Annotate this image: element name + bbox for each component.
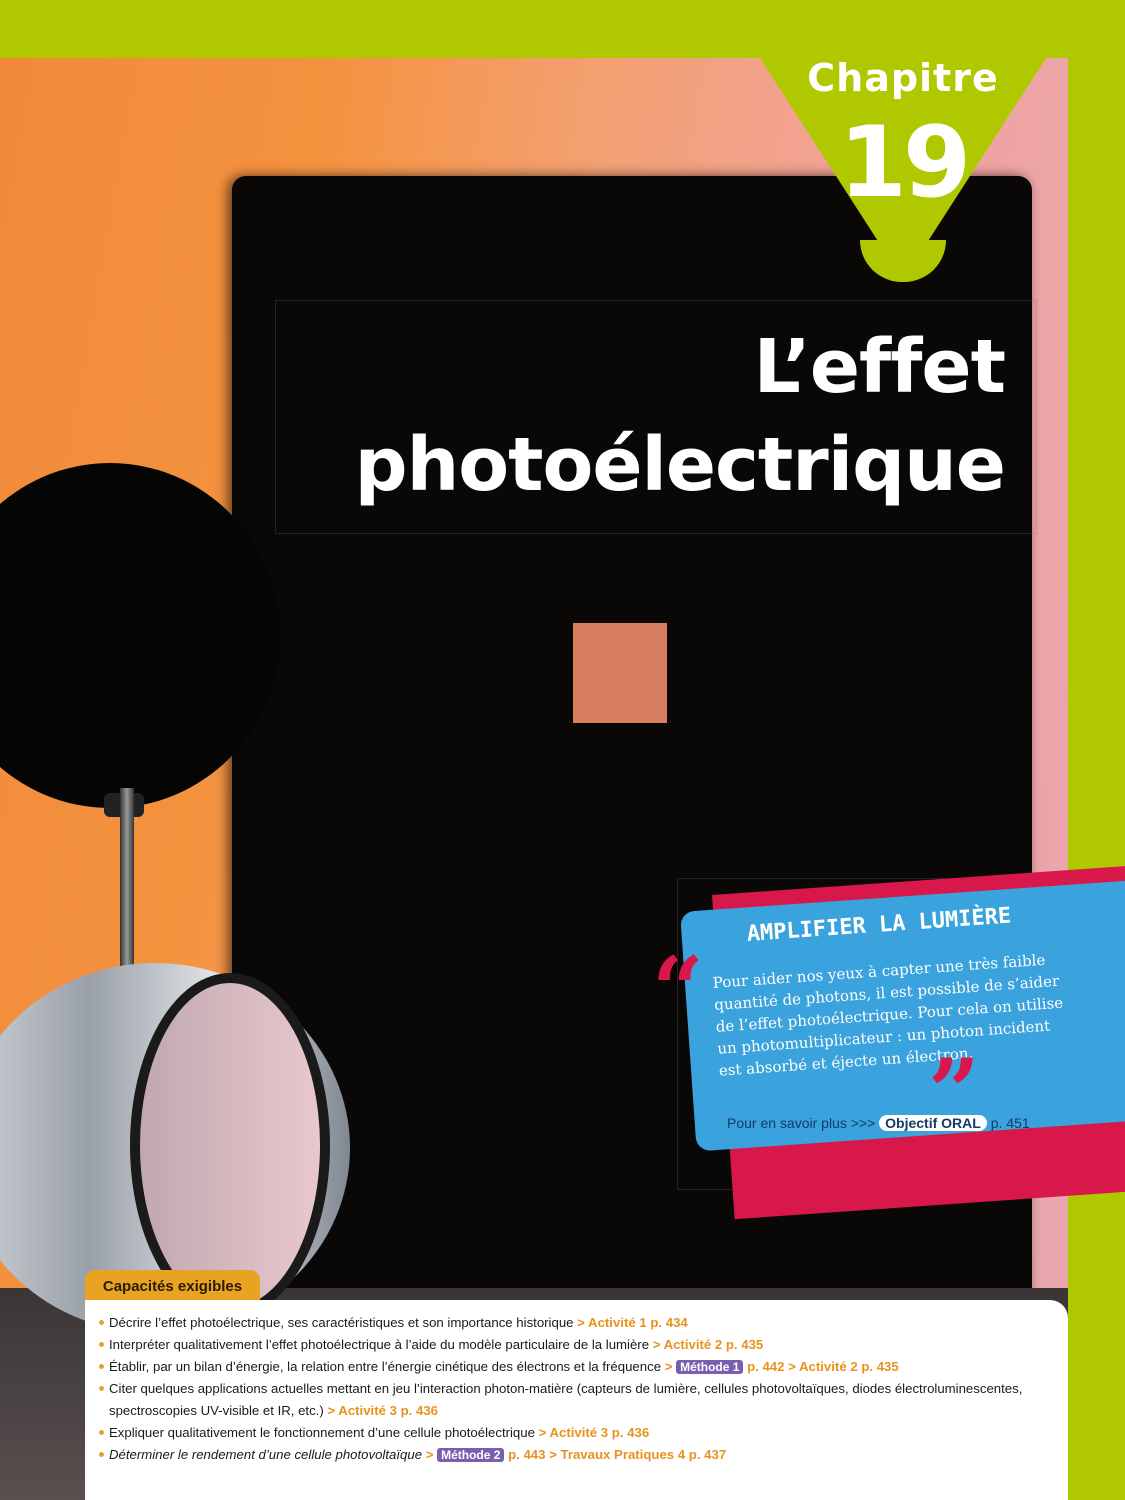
activity-link[interactable]: p. 443 > Travaux Pratiques 4 p. 437 (508, 1447, 726, 1462)
capacites-list: Décrire l’effet photoélectrique, ses car… (85, 1300, 1068, 1466)
support-rod-image (120, 788, 134, 968)
list-item: Déterminer le rendement d’une cellule ph… (99, 1444, 1052, 1466)
capacites-title: Capacités exigibles (85, 1270, 260, 1304)
item-text: Décrire l’effet photoélectrique, ses car… (109, 1315, 574, 1330)
item-text: Interpréter qualitativement l’effet phot… (109, 1337, 650, 1352)
more-prefix: Pour en savoir plus >>> (727, 1115, 876, 1131)
ref-separator: > (664, 1359, 673, 1374)
open-quote-icon: “ (652, 937, 704, 1043)
title-line-1: L’effet (753, 324, 1006, 410)
activity-link[interactable]: p. 442 > Activité 2 p. 435 (747, 1359, 899, 1374)
capacites-box: Décrire l’effet photoélectrique, ses car… (85, 1300, 1068, 1500)
item-text: Déterminer le rendement d’une cellule ph… (109, 1447, 423, 1462)
item-text: Établir, par un bilan d’énergie, la rela… (109, 1359, 662, 1374)
light-window-image (573, 623, 667, 723)
chapter-number: 19 (838, 106, 971, 220)
activity-link[interactable]: > Activité 3 p. 436 (327, 1403, 438, 1418)
chapter-title: L’effet photoélectrique (280, 318, 1006, 514)
activity-link[interactable]: > Activité 3 p. 436 (539, 1425, 650, 1440)
more-page: p. 451 (990, 1115, 1030, 1131)
chapter-label: Chapitre (807, 56, 999, 100)
list-item: Expliquer qualitativement le fonctionnem… (99, 1422, 1052, 1444)
list-item: Décrire l’effet photoélectrique, ses car… (99, 1312, 1052, 1334)
list-item: Citer quelques applications actuelles me… (99, 1378, 1052, 1422)
activity-link[interactable]: > Activité 1 p. 434 (577, 1315, 688, 1330)
title-line-2: photoélectrique (354, 422, 1006, 508)
method-badge[interactable]: Méthode 2 (437, 1448, 505, 1462)
list-item: Établir, par un bilan d’énergie, la rela… (99, 1356, 1052, 1378)
method-badge[interactable]: Méthode 1 (676, 1360, 744, 1374)
objectif-oral-badge[interactable]: Objectif ORAL (879, 1115, 987, 1131)
ref-separator: > (425, 1447, 434, 1462)
quote-more-link[interactable]: Pour en savoir plus >>> Objectif ORAL p.… (727, 1115, 1067, 1131)
activity-link[interactable]: > Activité 2 p. 435 (653, 1337, 764, 1352)
item-text: Expliquer qualitativement le fonctionnem… (109, 1425, 535, 1440)
chapter-opener-page: Chapitre 19 L’effet photoélectrique AMPL… (0, 0, 1125, 1500)
item-text: Citer quelques applications actuelles me… (109, 1381, 1023, 1418)
cylinder-opening-image (130, 973, 330, 1318)
list-item: Interpréter qualitativement l’effet phot… (99, 1334, 1052, 1356)
